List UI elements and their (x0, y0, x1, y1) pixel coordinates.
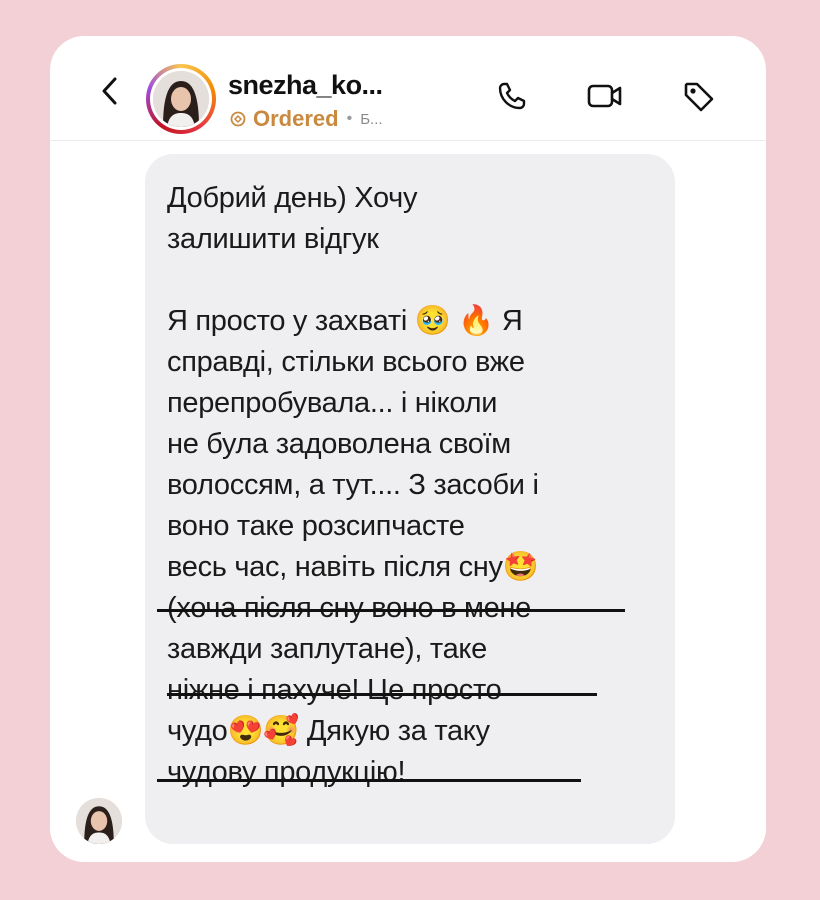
subtitle-truncated: Б... (360, 110, 383, 128)
separator: • (346, 110, 353, 127)
message-bubble[interactable]: Добрий день) Хочу залишити відгук Я прос… (145, 154, 675, 844)
contact-subtitle: Ordered • Б... (230, 106, 383, 132)
phone-icon (498, 82, 526, 110)
tag-button[interactable] (682, 80, 716, 119)
profile-avatar[interactable] (146, 64, 216, 134)
order-badge-icon (230, 111, 246, 127)
video-call-button[interactable] (586, 80, 624, 117)
chevron-left-icon (102, 77, 117, 105)
avatar-photo (153, 71, 209, 127)
tag-icon (684, 82, 714, 112)
chat-window: snezha_ko... Ordered • Б... Добрий день)… (50, 36, 766, 862)
underline-1 (157, 609, 625, 612)
call-button[interactable] (496, 80, 528, 117)
order-status: Ordered (253, 106, 339, 131)
underline-2 (167, 693, 597, 696)
underline-3 (157, 779, 581, 782)
chat-header: snezha_ko... Ordered • Б... (50, 36, 766, 141)
video-icon (587, 84, 622, 108)
message-text: Добрий день) Хочу залишити відгук Я прос… (167, 182, 539, 788)
contact-username[interactable]: snezha_ko... (228, 70, 383, 101)
back-button[interactable] (96, 76, 122, 106)
sender-avatar[interactable] (76, 798, 122, 844)
